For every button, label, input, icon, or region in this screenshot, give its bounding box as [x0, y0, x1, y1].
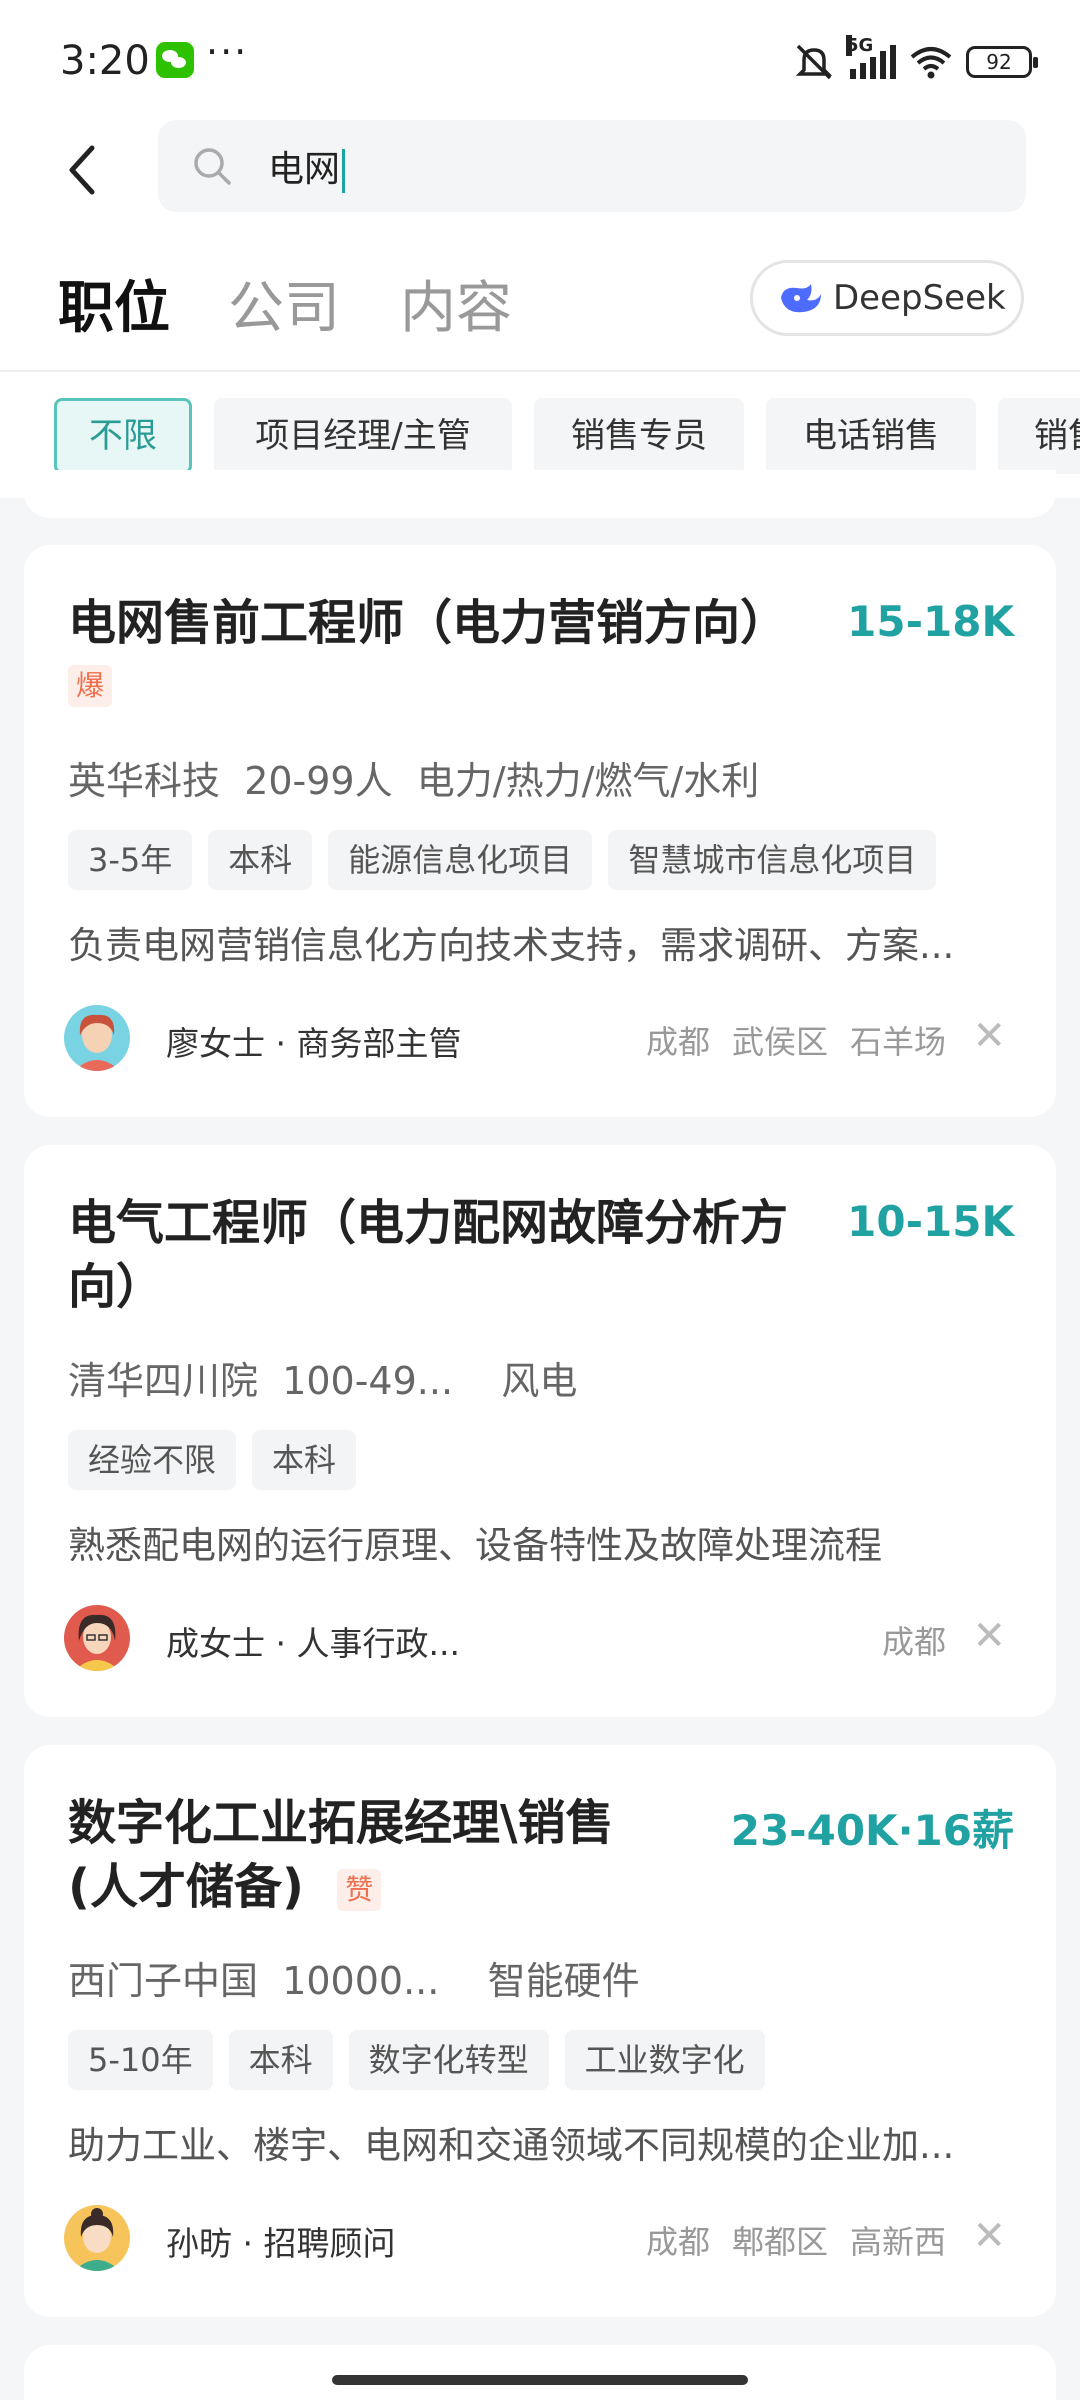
- battery-level: 92: [986, 50, 1012, 74]
- company-industry: 风电: [501, 1359, 578, 1403]
- job-salary: 10-15K: [847, 1197, 1014, 1246]
- dismiss-icon[interactable]: ✕: [972, 1013, 1006, 1059]
- job-title-line: 向）: [68, 1259, 165, 1315]
- back-arrow-icon[interactable]: [58, 140, 118, 200]
- company-industry: 智能硬件: [487, 1959, 640, 2003]
- job-tag: 数字化转型: [348, 2030, 549, 2090]
- filter-chip-any[interactable]: 不限: [54, 398, 192, 474]
- job-salary: 23-40K·16薪: [730, 1806, 1014, 1855]
- company-name: 西门子中国: [68, 1959, 259, 2003]
- deepseek-whale-icon: [781, 284, 821, 313]
- result-tabs: 职位 公司 内容 DeepSeek: [0, 235, 1080, 370]
- company-name: 清华四川院: [68, 1359, 259, 1403]
- job-tag: 经验不限: [68, 1430, 237, 1490]
- company-info: 西门子中国 10000... 智能硬件: [68, 1950, 640, 2005]
- job-location: 成都 武侯区 石羊场: [624, 1017, 946, 1063]
- job-title: 电网售前工程师（电力营销方向）: [68, 595, 789, 651]
- job-tag: 5-10年: [68, 2030, 213, 2090]
- tab-jobs[interactable]: 职位: [58, 263, 170, 344]
- job-card[interactable]: 电网售前工程师（电力营销方向） 15-18K 爆 英华科技 20-99人 电力/…: [24, 545, 1056, 1117]
- search-input[interactable]: 电网: [158, 120, 1026, 212]
- job-title: 数字化工业拓展经理\销售 (人才储备) 赞: [68, 1791, 614, 1919]
- dismiss-icon[interactable]: ✕: [972, 2213, 1006, 2259]
- company-size: 100-49...: [282, 1359, 454, 1403]
- location-district: 武侯区: [731, 1023, 828, 1061]
- search-icon: [194, 148, 231, 185]
- tab-companies[interactable]: 公司: [228, 263, 340, 344]
- battery-icon: 92: [966, 46, 1038, 78]
- job-title-line: 电气工程师（电力配网故障分析方: [68, 1195, 789, 1251]
- job-title: 电气工程师（电力配网故障分析方 向）: [68, 1191, 788, 1319]
- company-info: 英华科技 20-99人 电力/热力/燃气/水利: [68, 750, 759, 805]
- job-title-line: 数字化工业拓展经理\销售: [68, 1795, 614, 1851]
- wifi-icon: [910, 47, 952, 79]
- job-tags: 经验不限 本科: [68, 1430, 357, 1490]
- location-district: 郫都区: [731, 2223, 828, 2261]
- recruiter-name: 孙昉 · 招聘顾问: [166, 2224, 396, 2263]
- company-name: 英华科技: [68, 759, 221, 803]
- network-type-label: 5G: [846, 35, 874, 56]
- company-info: 清华四川院 100-49... 风电: [68, 1350, 577, 1405]
- company-industry: 电力/热力/燃气/水利: [416, 759, 760, 803]
- more-notifications-icon: ···: [206, 30, 249, 74]
- job-description: 负责电网营销信息化方向技术支持，需求调研、方案...: [68, 924, 955, 967]
- status-time: 3:20: [60, 38, 150, 84]
- job-salary: 15-18K: [847, 597, 1014, 646]
- job-card-next[interactable]: [24, 2345, 1056, 2400]
- praise-badge: 赞: [337, 1869, 382, 1911]
- recruiter-name: 成女士 · 人事行政...: [166, 1624, 460, 1663]
- recruiter-name: 廖女士 · 商务部主管: [166, 1024, 462, 1063]
- job-tag: 本科: [208, 830, 313, 890]
- job-tag: 工业数字化: [564, 2030, 765, 2090]
- job-location: 成都: [860, 1617, 946, 1663]
- job-tag: 本科: [252, 1430, 357, 1490]
- job-card[interactable]: 数字化工业拓展经理\销售 (人才储备) 赞 23-40K·16薪 西门子中国 1…: [24, 1745, 1056, 2317]
- job-tag: 本科: [228, 2030, 333, 2090]
- job-tag: 3-5年: [68, 830, 193, 890]
- location-city: 成都: [881, 1623, 946, 1661]
- search-query: 电网: [268, 140, 346, 193]
- deepseek-button[interactable]: DeepSeek: [750, 260, 1024, 336]
- wechat-notification-icon: [156, 42, 194, 78]
- recruiter-avatar: [64, 2205, 130, 2271]
- job-tags: 5-10年 本科 数字化转型 工业数字化: [68, 2030, 765, 2090]
- home-indicator[interactable]: [332, 2375, 748, 2385]
- filter-chip-sales-specialist[interactable]: 销售专员: [534, 398, 744, 474]
- search-header: 电网: [0, 120, 1080, 235]
- location-city: 成都: [645, 1023, 710, 1061]
- hot-badge: 爆: [68, 665, 112, 707]
- mute-icon: [795, 44, 833, 80]
- job-tag: 智慧城市信息化项目: [608, 830, 937, 890]
- tab-content[interactable]: 内容: [400, 263, 512, 344]
- job-card-previous[interactable]: [24, 470, 1056, 518]
- dismiss-icon[interactable]: ✕: [972, 1613, 1006, 1659]
- company-size: 10000...: [282, 1959, 440, 2003]
- job-description: 熟悉配电网的运行原理、设备特性及故障处理流程: [68, 1524, 882, 1567]
- cellular-signal-icon: 5G: [846, 35, 896, 79]
- filter-chip-project-manager[interactable]: 项目经理/主管: [214, 398, 512, 474]
- filter-chip-phone-sales[interactable]: 电话销售: [766, 398, 976, 474]
- location-city: 成都: [645, 2223, 710, 2261]
- job-tag: 能源信息化项目: [328, 830, 593, 890]
- location-area: 高新西: [849, 2223, 946, 2261]
- job-title-line: (人才储备): [68, 1859, 304, 1915]
- deepseek-label: DeepSeek: [833, 278, 1006, 318]
- job-location: 成都 郫都区 高新西: [624, 2217, 946, 2263]
- job-description: 助力工业、楼宇、电网和交通领域不同规模的企业加...: [68, 2124, 955, 2167]
- status-bar: 3:20 ··· 5G 92: [0, 0, 1080, 120]
- location-area: 石羊场: [849, 1023, 946, 1061]
- company-size: 20-99人: [244, 759, 393, 803]
- recruiter-avatar: [64, 1605, 130, 1671]
- recruiter-avatar: [64, 1005, 130, 1071]
- job-card[interactable]: 电气工程师（电力配网故障分析方 向） 10-15K 清华四川院 100-49..…: [24, 1145, 1056, 1717]
- job-tags: 3-5年 本科 能源信息化项目 智慧城市信息化项目: [68, 830, 937, 890]
- filter-chip-sales[interactable]: 销售: [998, 398, 1080, 474]
